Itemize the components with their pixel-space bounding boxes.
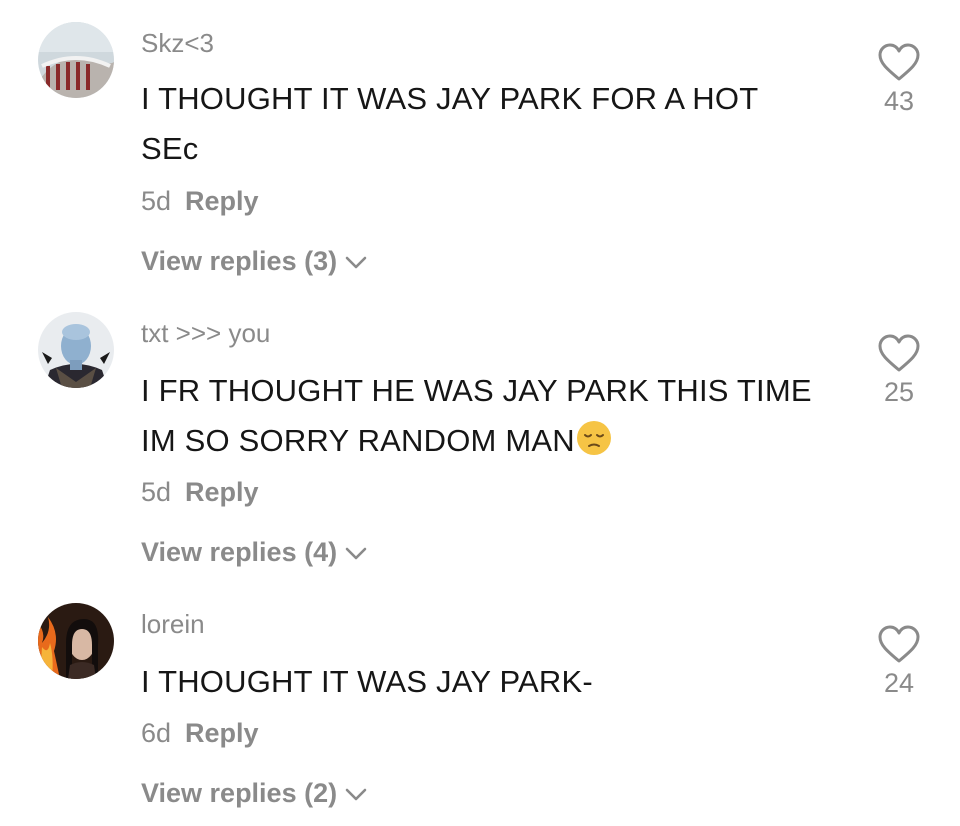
comment-meta: 5d Reply [141, 477, 259, 508]
reply-button[interactable]: Reply [185, 186, 259, 216]
view-replies-label: View replies (4) [141, 537, 338, 567]
comment-text-line: SEc [141, 131, 199, 166]
like-button[interactable]: 24 [874, 624, 924, 699]
chevron-down-icon [345, 256, 367, 269]
heart-outline-icon [878, 334, 920, 372]
chevron-down-icon [345, 788, 367, 801]
comment-meta: 5d Reply [141, 186, 259, 217]
view-replies-button[interactable]: View replies (2) [141, 778, 367, 809]
view-replies-button[interactable]: View replies (3) [141, 246, 367, 277]
pensive-face-emoji [576, 421, 611, 455]
heart-outline-icon [878, 625, 920, 663]
username[interactable]: Skz<3 [141, 28, 214, 59]
comment-text-line: I THOUGHT IT WAS JAY PARK- [141, 664, 593, 699]
view-replies-label: View replies (3) [141, 246, 338, 276]
avatar[interactable] [38, 22, 114, 98]
like-count: 43 [883, 86, 915, 116]
comment-age: 5d [141, 477, 172, 507]
comment-age: 6d [141, 718, 172, 748]
username[interactable]: lorein [141, 609, 205, 640]
reply-button[interactable]: Reply [185, 718, 259, 748]
comment-age: 5d [141, 186, 172, 216]
avatar[interactable] [38, 312, 114, 388]
comment-meta: 6d Reply [141, 718, 259, 749]
chevron-down-icon [345, 547, 367, 560]
comment-text-line: I FR THOUGHT HE WAS JAY PARK THIS TIME [141, 373, 812, 408]
heart-outline-icon [878, 43, 920, 81]
comment-text-line: I THOUGHT IT WAS JAY PARK FOR A HOT [141, 81, 759, 116]
comment-text: I THOUGHT IT WAS JAY PARK- [141, 657, 593, 707]
like-count: 25 [883, 377, 915, 407]
view-replies-label: View replies (2) [141, 778, 338, 808]
comment-text: I THOUGHT IT WAS JAY PARK FOR A HOT SEc [141, 74, 758, 174]
like-button[interactable]: 43 [874, 42, 924, 117]
reply-button[interactable]: Reply [185, 477, 259, 507]
like-count: 24 [883, 668, 915, 698]
comment-text: I FR THOUGHT HE WAS JAY PARK THIS TIME I… [141, 366, 812, 466]
avatar[interactable] [38, 603, 114, 679]
view-replies-button[interactable]: View replies (4) [141, 537, 367, 568]
comment-text-line: IM SO SORRY RANDOM MAN [141, 416, 812, 466]
username[interactable]: txt >>> you [141, 318, 270, 349]
like-button[interactable]: 25 [874, 333, 924, 408]
comment-text-fragment: IM SO SORRY RANDOM MAN [141, 423, 575, 458]
